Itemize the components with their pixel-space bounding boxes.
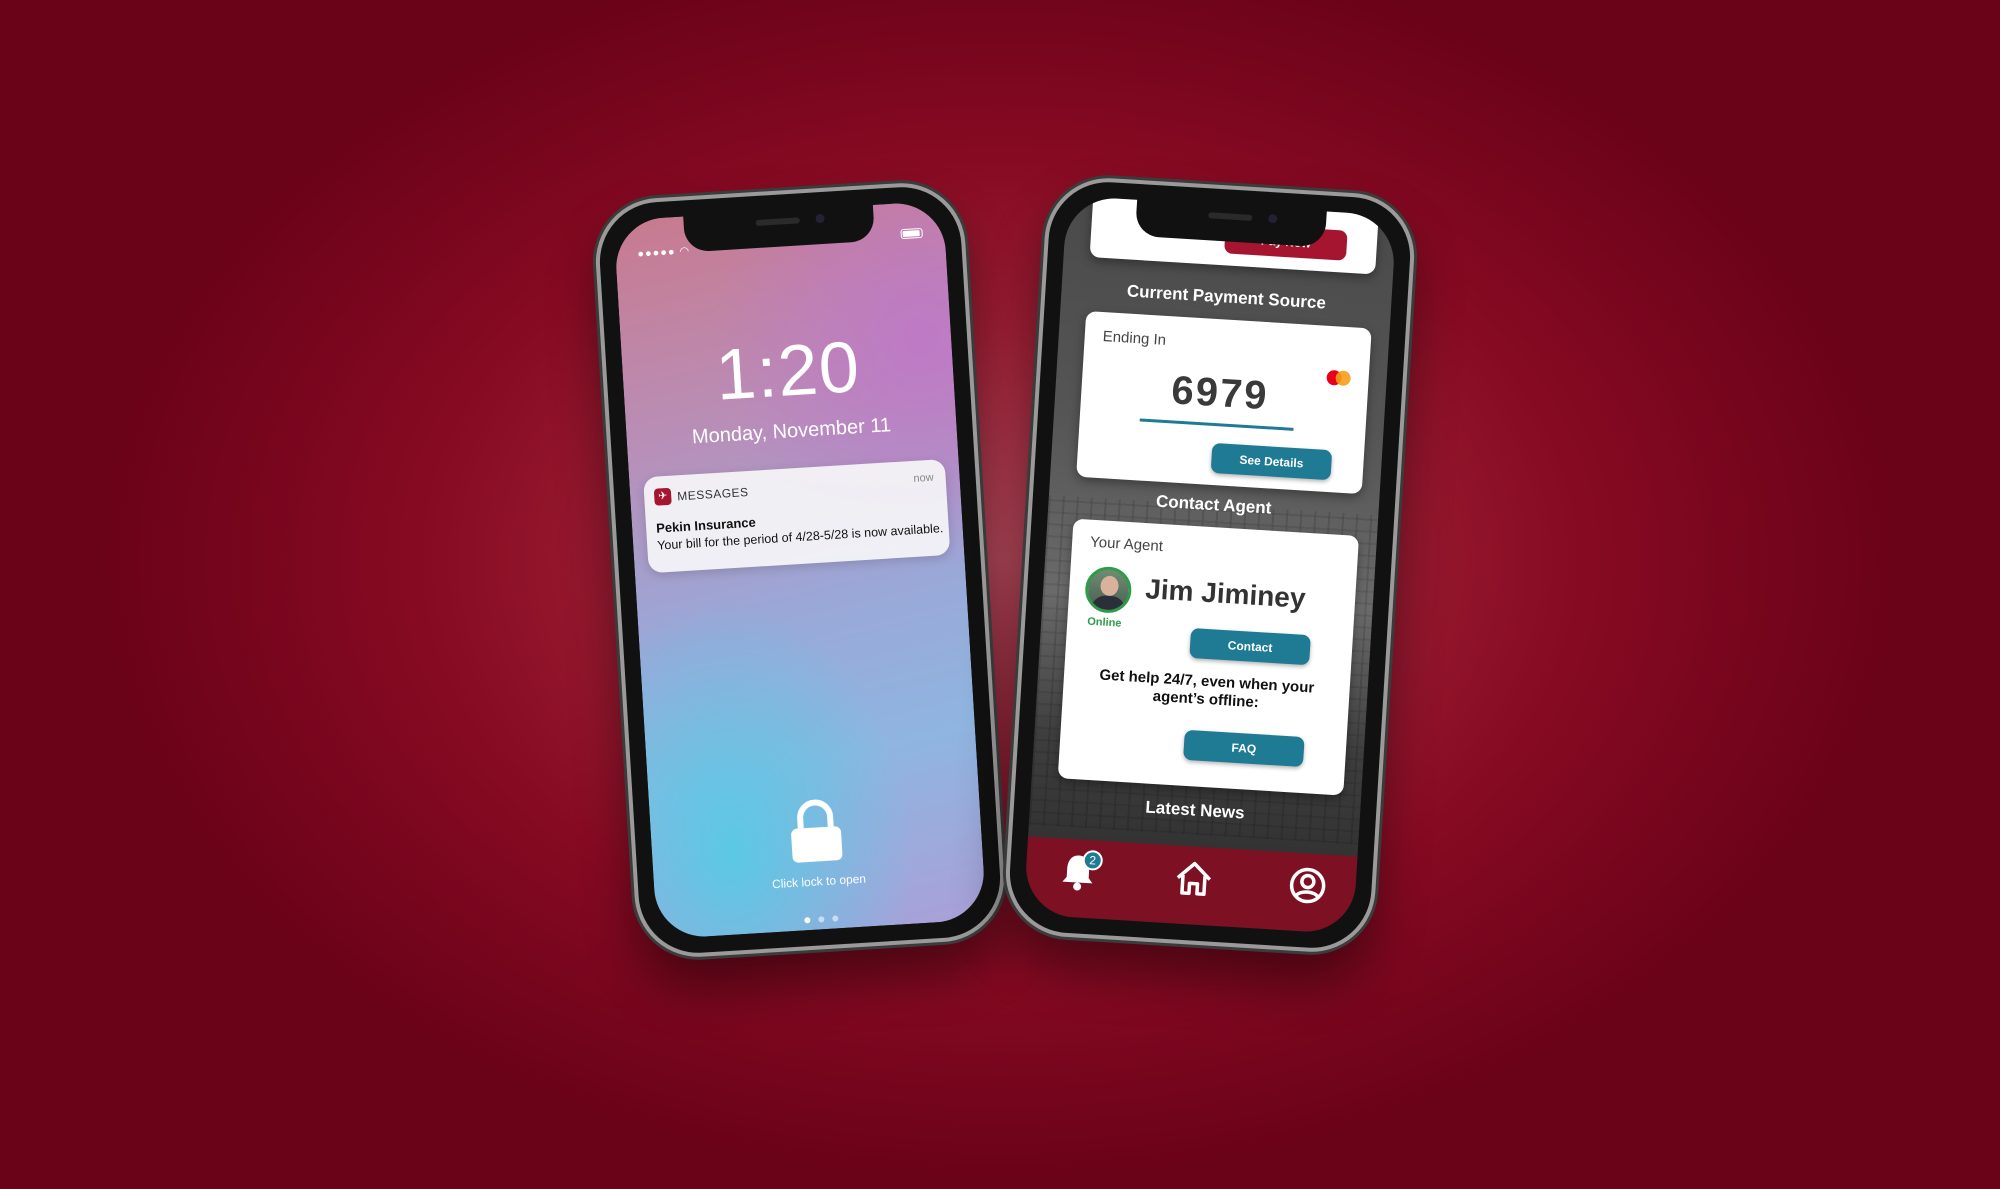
card-number-underline bbox=[1139, 418, 1294, 431]
phone-frame: Pay Now Current Payment Source Ending In… bbox=[1002, 174, 1418, 956]
notification-time: now bbox=[913, 471, 934, 485]
app-screen-phone: Pay Now Current Payment Source Ending In… bbox=[1002, 174, 1418, 956]
camera-dot bbox=[832, 915, 839, 922]
agent-status: Online bbox=[1086, 615, 1122, 630]
mastercard-icon bbox=[1326, 369, 1352, 387]
see-details-button[interactable]: See Details bbox=[1210, 442, 1333, 481]
tab-home[interactable] bbox=[1172, 857, 1219, 904]
card-last4: 6979 bbox=[1170, 368, 1270, 419]
bottom-tab-bar: 2 bbox=[1023, 836, 1358, 935]
camera bbox=[815, 213, 825, 224]
lock-screen: ●●●●● ◠ 1:20 Monday, November 11 ✈ MESSA… bbox=[613, 200, 987, 940]
agent-name: Jim Jiminey bbox=[1144, 573, 1307, 614]
tab-profile[interactable] bbox=[1286, 864, 1333, 911]
camera bbox=[1267, 213, 1278, 224]
signal-icon: ●●●●● ◠ bbox=[637, 245, 691, 261]
lock-screen-phone: ●●●●● ◠ 1:20 Monday, November 11 ✈ MESSA… bbox=[592, 179, 1008, 961]
profile-icon bbox=[1289, 867, 1326, 904]
notification-app-name: MESSAGES bbox=[676, 485, 749, 504]
notification-badge: 2 bbox=[1082, 849, 1104, 871]
phone-frame: ●●●●● ◠ 1:20 Monday, November 11 ✈ MESSA… bbox=[592, 179, 1008, 961]
faq-button[interactable]: FAQ bbox=[1183, 729, 1305, 768]
battery-icon bbox=[900, 227, 923, 240]
notification-card[interactable]: ✈ MESSAGES now Pekin Insurance Your bill… bbox=[643, 458, 951, 574]
home-icon bbox=[1176, 861, 1212, 896]
page-dots bbox=[656, 899, 986, 937]
lock-icon[interactable] bbox=[787, 798, 845, 865]
help-text: Get help 24/7, even when your agent’s of… bbox=[1099, 666, 1315, 712]
speaker bbox=[1208, 212, 1253, 221]
ending-in-label: Ending In bbox=[1102, 328, 1167, 349]
agent-avatar bbox=[1083, 565, 1133, 615]
contact-button[interactable]: Contact bbox=[1189, 627, 1311, 666]
page-dot bbox=[804, 917, 811, 924]
lock-time: 1:20 bbox=[713, 327, 863, 416]
app-screen: Pay Now Current Payment Source Ending In… bbox=[1023, 195, 1397, 935]
page-dot bbox=[818, 916, 825, 923]
unlock-hint: Click lock to open bbox=[771, 871, 867, 892]
contact-agent-card: Your Agent Online Jim Jiminey Contact Ge… bbox=[1057, 518, 1360, 796]
tab-notifications[interactable]: 2 bbox=[1059, 849, 1106, 897]
speaker bbox=[755, 217, 800, 227]
your-agent-label: Your Agent bbox=[1089, 533, 1164, 556]
payment-source-card: Ending In 6979 See Details bbox=[1076, 310, 1372, 495]
pekin-app-icon: ✈ bbox=[653, 487, 672, 506]
